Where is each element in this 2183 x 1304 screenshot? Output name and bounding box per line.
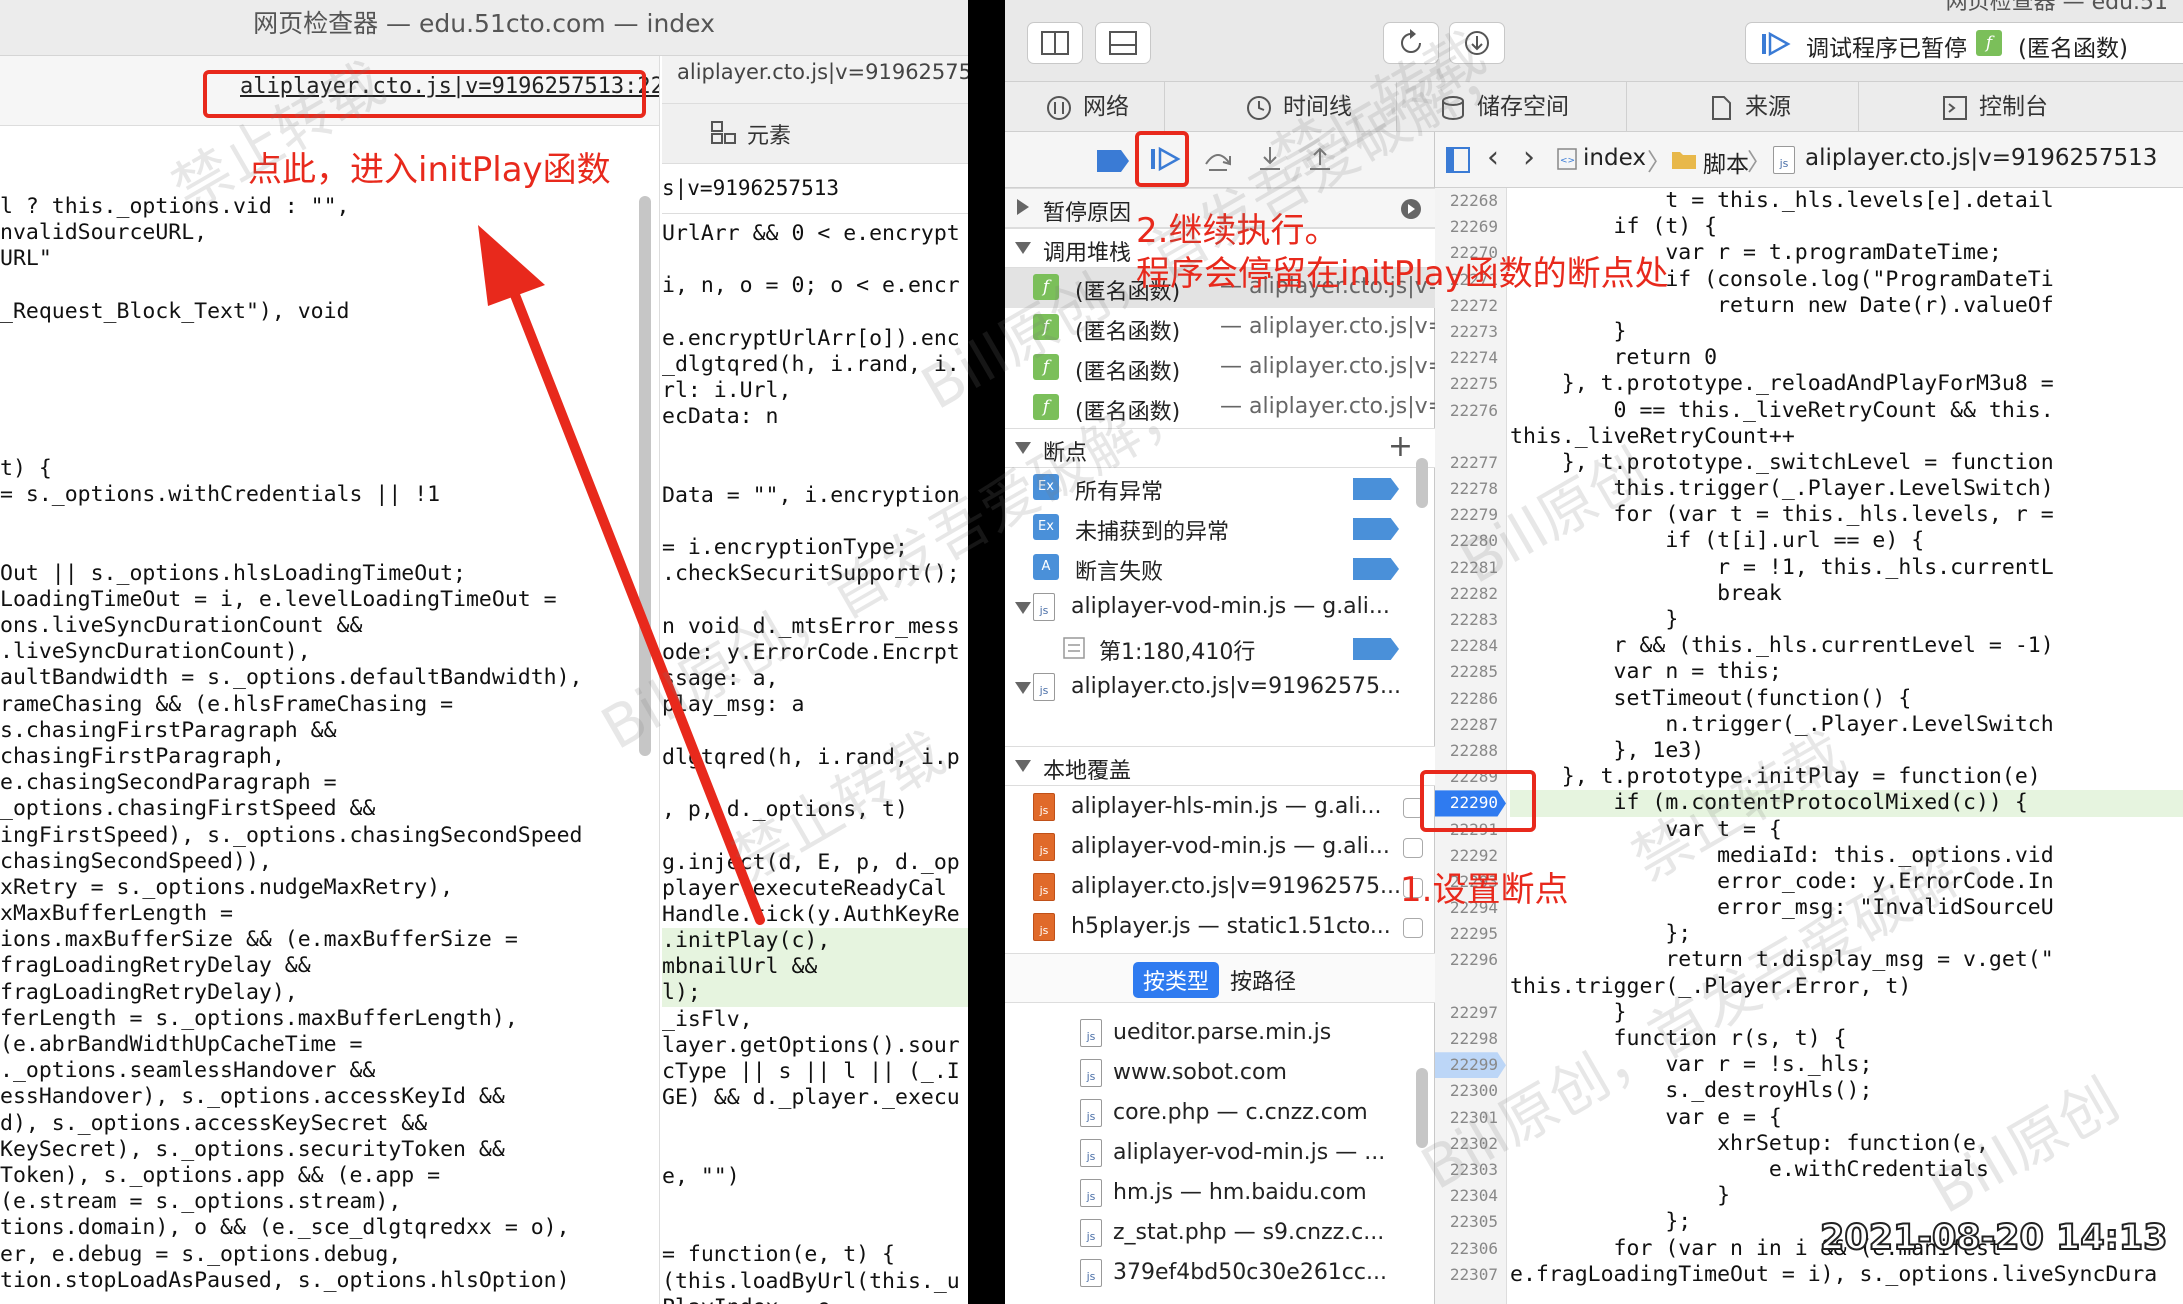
annotation-arrow [478, 225, 765, 925]
annotation-box-breakpoint [1420, 770, 1536, 832]
annotation-step2-line1: 2.继续执行。 [1136, 211, 1339, 251]
annotation-box-continue [1135, 131, 1189, 187]
annotation-step2-line2: 程序会停留在initPlay函数的断点处 [1136, 254, 1669, 294]
timestamp-stamp: 2021-08-20 14:13 [1819, 1217, 2168, 1259]
annotation-step1: 1.设置断点 [1400, 870, 1569, 910]
